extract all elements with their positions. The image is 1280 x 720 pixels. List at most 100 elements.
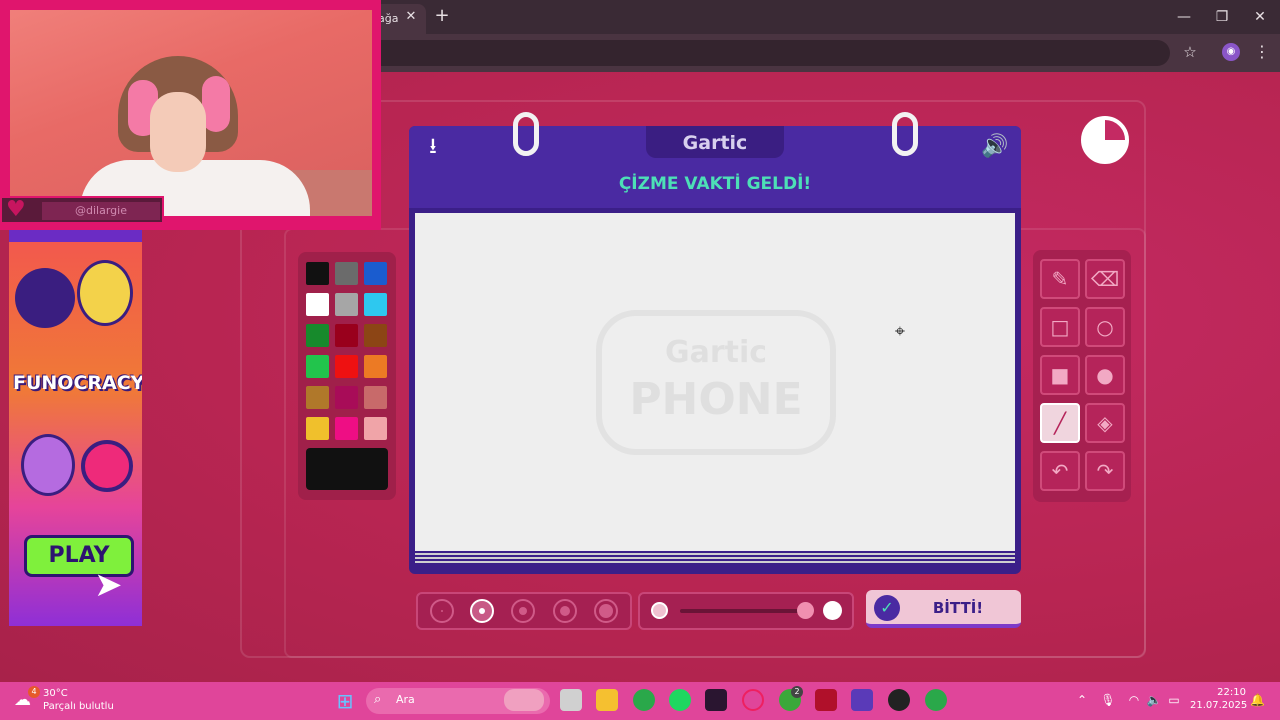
eraser-tool-button[interactable]: ⌫	[1085, 259, 1125, 299]
speaker-icon[interactable]: 🔈	[1146, 691, 1162, 709]
gartic-logo: Gartic	[682, 132, 748, 154]
page-edge	[415, 557, 1015, 559]
windows-start-icon[interactable]: ⊞	[334, 690, 356, 712]
restore-button[interactable]: ❐	[1210, 6, 1234, 28]
tab-title: ağa	[378, 12, 399, 25]
page-edge	[415, 561, 1015, 563]
profile-avatar[interactable]: ◉	[1222, 43, 1240, 61]
weather-badge: 4	[28, 686, 40, 698]
editor-app-icon[interactable]	[705, 689, 727, 711]
brush-dot-2	[479, 608, 485, 614]
xbox-notification-badge: 2	[791, 686, 803, 698]
brush-dot-3	[519, 607, 527, 615]
current-color-preview	[306, 448, 388, 490]
webcam-feed	[10, 10, 372, 216]
address-bar[interactable]	[380, 40, 1170, 66]
color-swatch[interactable]	[306, 417, 329, 440]
color-swatch[interactable]	[306, 386, 329, 409]
notebook-ring-right	[892, 112, 918, 156]
color-swatch[interactable]	[364, 417, 387, 440]
ad-banner[interactable]: FUNOCRACY PLAY ➤	[9, 230, 142, 626]
chat-app-icon[interactable]	[742, 689, 764, 711]
rectangle-fill-tool-button[interactable]: ■	[1040, 355, 1080, 395]
watermark-text-bottom: PHONE	[629, 374, 803, 425]
wifi-icon[interactable]: ◠	[1126, 691, 1142, 709]
taskbar-time[interactable]: 22:10	[1210, 687, 1246, 698]
ellipse-fill-tool-button[interactable]: ●	[1085, 355, 1125, 395]
color-swatch[interactable]	[335, 293, 358, 316]
search-highlight-icon[interactable]	[504, 689, 544, 711]
search-placeholder: Ara	[396, 693, 415, 706]
file-explorer-icon[interactable]	[596, 689, 618, 711]
red-app-icon[interactable]	[815, 689, 837, 711]
new-tab-button[interactable]: +	[432, 6, 452, 26]
opacity-slider-track[interactable]	[680, 609, 810, 613]
color-swatch[interactable]	[364, 324, 387, 347]
color-swatch[interactable]	[335, 417, 358, 440]
color-swatch[interactable]	[335, 324, 358, 347]
undo-button[interactable]: ↶	[1040, 451, 1080, 491]
fill-bucket-tool-button[interactable]: ◈	[1085, 403, 1125, 443]
checkmark-icon: ✓	[874, 595, 900, 621]
bearded-character-icon	[21, 434, 75, 496]
crosshair-cursor-icon: ⌖	[894, 321, 906, 342]
chrome-icon[interactable]	[633, 689, 655, 711]
headphone-right	[202, 76, 230, 132]
pencil-tool-button[interactable]: ✎	[1040, 259, 1080, 299]
purple-app-icon[interactable]	[851, 689, 873, 711]
color-swatch[interactable]	[306, 293, 329, 316]
rectangle-outline-tool-button[interactable]: □	[1040, 307, 1080, 347]
ad-zigzag-border	[9, 230, 142, 242]
drawing-prompt-title: ÇİZME VAKTİ GELDİ!	[618, 174, 812, 194]
ad-logo: FUNOCRACY	[13, 372, 142, 394]
task-view-icon[interactable]	[560, 689, 582, 711]
chrome-active-icon[interactable]	[925, 689, 947, 711]
line-tool-button[interactable]: ╱	[1040, 403, 1080, 443]
tab-close-button[interactable]: ✕	[402, 8, 420, 26]
color-swatch[interactable]	[364, 355, 387, 378]
color-swatch[interactable]	[335, 262, 358, 285]
ellipse-outline-tool-button[interactable]: ○	[1085, 307, 1125, 347]
opacity-slider-handle[interactable]	[797, 602, 814, 619]
taskbar-date[interactable]: 21.07.2025	[1190, 700, 1247, 711]
microphone-icon[interactable]: 🎙	[1100, 691, 1116, 709]
download-icon[interactable]: ⭳	[420, 134, 446, 160]
cursor-arrow-icon: ➤	[94, 565, 123, 605]
redo-button[interactable]: ↷	[1085, 451, 1125, 491]
opacity-high-icon	[823, 601, 842, 620]
minimize-button[interactable]: —	[1172, 6, 1196, 28]
color-swatch[interactable]	[364, 293, 387, 316]
done-button-label: BİTTİ!	[932, 599, 984, 617]
color-swatch[interactable]	[306, 324, 329, 347]
obs-icon[interactable]	[888, 689, 910, 711]
brush-dot-1	[441, 610, 443, 612]
streamer-username: @dilargie	[42, 202, 160, 220]
tray-overflow-icon[interactable]: ⌃	[1074, 691, 1090, 709]
color-swatch[interactable]	[306, 262, 329, 285]
opacity-low-icon	[651, 602, 668, 619]
webcam-person-face	[150, 92, 206, 172]
close-window-button[interactable]: ✕	[1248, 6, 1272, 28]
color-swatch[interactable]	[335, 386, 358, 409]
heart-icon: ♥	[6, 197, 26, 222]
battery-icon[interactable]: ▭	[1166, 691, 1182, 709]
search-icon: ⌕	[374, 692, 382, 707]
color-swatch[interactable]	[364, 262, 387, 285]
color-swatch[interactable]	[306, 355, 329, 378]
weather-temperature[interactable]: 30°C	[43, 688, 68, 699]
spotify-icon[interactable]	[669, 689, 691, 711]
weather-description[interactable]: Parçalı bulutlu	[43, 701, 114, 712]
timer-clock-icon	[1081, 116, 1129, 164]
browser-menu-icon[interactable]: ⋮	[1252, 42, 1272, 62]
color-swatch[interactable]	[364, 386, 387, 409]
notebook-ring-left	[513, 112, 539, 156]
streamer-name-tag: ♥ @dilargie	[0, 196, 164, 224]
winking-face-icon	[81, 440, 133, 492]
brush-dot-4	[560, 606, 570, 616]
page-edge	[415, 553, 1015, 555]
notification-bell-icon[interactable]: 🔔	[1250, 691, 1265, 709]
brush-dot-5	[599, 604, 613, 618]
color-swatch[interactable]	[335, 355, 358, 378]
volume-icon[interactable]: 🔊	[980, 134, 1010, 160]
bookmark-star-icon[interactable]: ☆	[1180, 42, 1200, 62]
